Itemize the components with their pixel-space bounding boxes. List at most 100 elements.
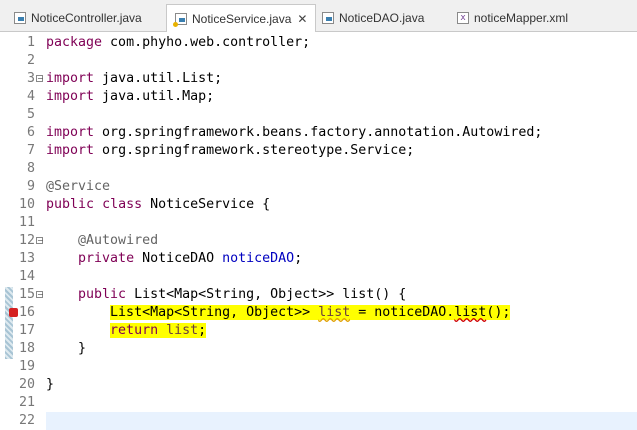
code-line: 6 import org.springframework.beans.factor… bbox=[0, 124, 637, 142]
line-number: 5 bbox=[26, 107, 35, 122]
java-file-icon bbox=[322, 12, 334, 24]
code-line: 8 bbox=[0, 160, 637, 178]
tab-label: NoticeService.java bbox=[192, 11, 292, 26]
code-text: } bbox=[46, 376, 54, 394]
code-token: ; bbox=[294, 251, 303, 266]
code-token bbox=[158, 323, 167, 338]
line-number: 10 bbox=[18, 197, 35, 212]
line-number: 4 bbox=[26, 89, 35, 104]
line-number: 1 bbox=[26, 35, 35, 50]
line-number: 12 bbox=[18, 233, 35, 248]
line-number: 14 bbox=[18, 269, 35, 284]
code-token: import bbox=[46, 143, 95, 158]
code-text: return list; bbox=[46, 322, 207, 340]
code-token: com.phyho.web.controller; bbox=[102, 35, 311, 50]
line-number: 6 bbox=[26, 125, 35, 140]
code-token: list bbox=[454, 305, 487, 320]
fold-toggle-icon[interactable] bbox=[36, 75, 43, 82]
error-marker-icon[interactable] bbox=[9, 308, 18, 317]
line-number: 21 bbox=[18, 395, 35, 410]
code-token: = noticeDAO. bbox=[350, 305, 455, 320]
code-text: } bbox=[46, 340, 86, 358]
code-line: 18 } bbox=[0, 340, 637, 358]
code-token: class bbox=[102, 197, 143, 212]
tab-notice-service[interactable]: NoticeService.java ✕ bbox=[166, 4, 317, 32]
code-token: public bbox=[46, 197, 95, 212]
fold-toggle-icon[interactable] bbox=[36, 237, 43, 244]
line-number: 11 bbox=[18, 215, 35, 230]
tab-notice-mapper[interactable]: noticeMapper.xml bbox=[457, 5, 568, 31]
code-text: import org.springframework.beans.factory… bbox=[46, 124, 542, 142]
code-text: import java.util.List; bbox=[46, 70, 222, 88]
code-token: package bbox=[46, 35, 103, 50]
code-line: 22 bbox=[0, 412, 637, 430]
code-line: 21 bbox=[0, 394, 637, 412]
code-token: private bbox=[78, 251, 135, 266]
code-text: import org.springframework.stereotype.Se… bbox=[46, 142, 414, 160]
code-token: list bbox=[318, 305, 351, 320]
code-token: org.springframework.stereotype.Service; bbox=[94, 143, 415, 158]
code-line: 7 import org.springframework.stereotype.S… bbox=[0, 142, 637, 160]
line-number: 18 bbox=[18, 341, 35, 356]
line-number: 22 bbox=[18, 413, 35, 428]
fold-toggle-icon[interactable] bbox=[36, 291, 43, 298]
java-file-icon bbox=[14, 12, 26, 24]
code-line: 11 bbox=[0, 214, 637, 232]
code-text: public class NoticeService { bbox=[46, 196, 270, 214]
code-token: public bbox=[78, 287, 127, 302]
code-token: List<Map<String, Object>> bbox=[110, 305, 319, 320]
line-number: 9 bbox=[26, 179, 35, 194]
code-text: import java.util.Map; bbox=[46, 88, 214, 106]
code-line: 13 private NoticeDAO noticeDAO; bbox=[0, 250, 637, 268]
code-text: public List<Map<String, Object>> list() … bbox=[46, 286, 406, 304]
line-number: 7 bbox=[26, 143, 35, 158]
code-line: 3 import java.util.List; bbox=[0, 70, 637, 88]
code-token: import bbox=[46, 89, 95, 104]
code-token: org.springframework.beans.factory.annota… bbox=[94, 125, 543, 140]
code-line: 1 package com.phyho.web.controller; bbox=[0, 34, 637, 52]
code-token: @Autowired bbox=[78, 233, 159, 248]
close-icon[interactable]: ✕ bbox=[297, 12, 307, 26]
code-line: 14 bbox=[0, 268, 637, 286]
tab-label: NoticeController.java bbox=[31, 11, 142, 25]
code-token: noticeDAO bbox=[222, 251, 295, 266]
code-token: return bbox=[110, 323, 159, 338]
code-text: @Service bbox=[46, 178, 110, 196]
code-token: (); bbox=[486, 305, 511, 320]
code-line: 4 import java.util.Map; bbox=[0, 88, 637, 106]
code-line: 2 bbox=[0, 52, 637, 70]
code-line: 9 @Service bbox=[0, 178, 637, 196]
code-token: java.util.Map; bbox=[94, 89, 215, 104]
code-line: 17 return list; bbox=[0, 322, 637, 340]
line-number: 2 bbox=[26, 53, 35, 68]
java-file-warning-icon bbox=[173, 12, 187, 27]
tab-notice-controller[interactable]: NoticeController.java bbox=[14, 5, 142, 31]
code-token: import bbox=[46, 125, 95, 140]
code-line: 12 @Autowired bbox=[0, 232, 637, 250]
tab-label: NoticeDAO.java bbox=[339, 11, 425, 25]
line-number: 3 bbox=[26, 71, 35, 86]
code-line: 10 public class NoticeService { bbox=[0, 196, 637, 214]
code-line: 20} bbox=[0, 376, 637, 394]
code-token: } bbox=[46, 341, 87, 356]
code-token: java.util.List; bbox=[94, 71, 223, 86]
code-text: List<Map<String, Object>> list = noticeD… bbox=[46, 304, 511, 322]
code-token: NoticeService { bbox=[142, 197, 271, 212]
code-token: import bbox=[46, 71, 95, 86]
code-token: list bbox=[166, 323, 199, 338]
code-text: package com.phyho.web.controller; bbox=[46, 34, 310, 52]
code-line: 5 bbox=[0, 106, 637, 124]
code-token: List<Map<String, Object>> list() { bbox=[126, 287, 407, 302]
line-number: 20 bbox=[18, 377, 35, 392]
tab-notice-dao[interactable]: NoticeDAO.java bbox=[322, 5, 424, 31]
line-number: 8 bbox=[26, 161, 35, 176]
code-editor[interactable]: 1 package com.phyho.web.controller; 2 3 impo… bbox=[0, 32, 637, 430]
code-token: @Service bbox=[46, 179, 111, 194]
code-token: ; bbox=[198, 323, 207, 338]
